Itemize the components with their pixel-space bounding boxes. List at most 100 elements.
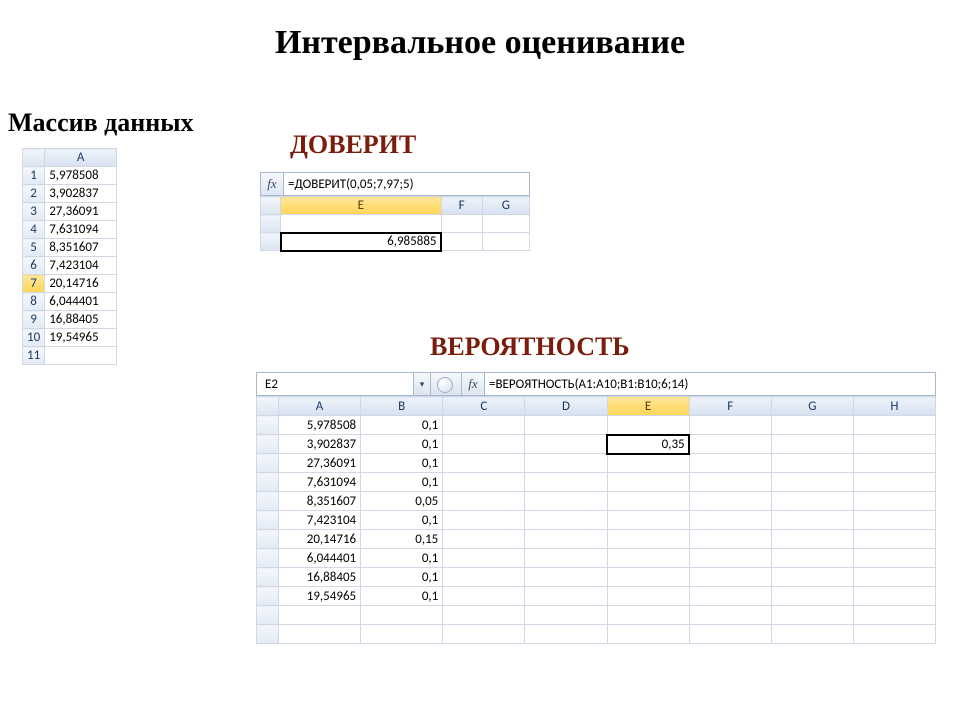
cell[interactable] (525, 435, 607, 454)
formula-text[interactable]: =ВЕРОЯТНОСТЬ(A1:A10;B1:B10;6;14) (485, 373, 935, 395)
name-box-dropdown-icon[interactable]: ▾ (414, 373, 431, 395)
cell[interactable] (689, 511, 771, 530)
cell[interactable] (689, 492, 771, 511)
row-header[interactable]: 10 (23, 329, 45, 347)
data-cell[interactable]: 7,631094 (45, 221, 117, 239)
row-header[interactable] (257, 625, 279, 644)
column-header-c[interactable]: C (443, 397, 525, 416)
cell[interactable] (443, 454, 525, 473)
cell[interactable]: 0,1 (361, 511, 443, 530)
data-cell[interactable] (45, 347, 117, 365)
cell[interactable] (853, 511, 935, 530)
cell[interactable] (525, 416, 607, 435)
data-cell[interactable]: 16,88405 (45, 311, 117, 329)
cell[interactable]: 5,978508 (279, 416, 361, 435)
cell[interactable] (771, 625, 853, 644)
data-cell[interactable]: 20,14716 (45, 275, 117, 293)
cell[interactable] (607, 492, 689, 511)
row-header[interactable] (257, 606, 279, 625)
cell[interactable]: 3,902837 (279, 435, 361, 454)
row-header[interactable] (257, 511, 279, 530)
row-header[interactable]: 8 (23, 293, 45, 311)
select-all-corner[interactable] (257, 397, 279, 416)
cell[interactable] (689, 530, 771, 549)
cell[interactable]: 6,044401 (279, 549, 361, 568)
cell[interactable]: 16,88405 (279, 568, 361, 587)
fx-icon[interactable]: fx (261, 173, 284, 195)
cell[interactable] (853, 568, 935, 587)
cell[interactable] (361, 625, 443, 644)
cell[interactable] (525, 606, 607, 625)
data-cell[interactable]: 7,423104 (45, 257, 117, 275)
cell[interactable] (771, 492, 853, 511)
row-header[interactable] (257, 454, 279, 473)
row-header[interactable] (261, 215, 281, 233)
row-header[interactable] (257, 530, 279, 549)
cell[interactable]: 0,1 (361, 473, 443, 492)
cell[interactable] (525, 492, 607, 511)
cell[interactable]: 20,14716 (279, 530, 361, 549)
cell[interactable]: 7,423104 (279, 511, 361, 530)
cell[interactable] (689, 454, 771, 473)
cell[interactable] (525, 473, 607, 492)
cell[interactable] (525, 454, 607, 473)
doverit-result-cell[interactable]: 6,985885 (281, 233, 442, 251)
row-header[interactable] (257, 435, 279, 454)
cell[interactable] (607, 454, 689, 473)
cell[interactable] (361, 606, 443, 625)
cell[interactable]: 0,1 (361, 568, 443, 587)
cell[interactable] (607, 606, 689, 625)
row-header[interactable]: 6 (23, 257, 45, 275)
cell[interactable] (771, 530, 853, 549)
column-header-g[interactable]: G (771, 397, 853, 416)
data-cell[interactable]: 5,978508 (45, 167, 117, 185)
row-header[interactable] (257, 568, 279, 587)
cell[interactable] (771, 549, 853, 568)
data-cell[interactable]: 8,351607 (45, 239, 117, 257)
cell[interactable] (443, 473, 525, 492)
cell[interactable]: 19,54965 (279, 587, 361, 606)
cell[interactable] (853, 416, 935, 435)
cell[interactable] (689, 625, 771, 644)
column-header-d[interactable]: D (525, 397, 607, 416)
cell[interactable]: 27,36091 (279, 454, 361, 473)
column-header-f[interactable]: F (689, 397, 771, 416)
column-header-e[interactable]: E (607, 397, 689, 416)
column-header-a[interactable]: A (45, 149, 117, 167)
select-all-corner[interactable] (23, 149, 45, 167)
cell[interactable] (525, 587, 607, 606)
cell[interactable] (689, 587, 771, 606)
row-header[interactable] (257, 492, 279, 511)
probability-result-cell[interactable]: 0,35 (607, 435, 689, 454)
cell[interactable] (281, 215, 442, 233)
cell[interactable] (607, 568, 689, 587)
cell[interactable] (771, 587, 853, 606)
row-header[interactable] (257, 473, 279, 492)
cell[interactable] (607, 473, 689, 492)
cell[interactable] (607, 416, 689, 435)
cell[interactable] (853, 549, 935, 568)
cell[interactable]: 0,1 (361, 435, 443, 454)
cell[interactable] (689, 435, 771, 454)
row-header[interactable]: 3 (23, 203, 45, 221)
cell[interactable] (853, 625, 935, 644)
fx-icon[interactable]: fx (462, 373, 485, 395)
cell[interactable] (771, 435, 853, 454)
row-header[interactable] (257, 587, 279, 606)
column-header-g[interactable]: G (482, 197, 529, 215)
cell[interactable]: 7,631094 (279, 473, 361, 492)
cell[interactable] (525, 625, 607, 644)
cell[interactable]: 8,351607 (279, 492, 361, 511)
cell[interactable] (441, 215, 482, 233)
cell[interactable] (689, 568, 771, 587)
data-cell[interactable]: 19,54965 (45, 329, 117, 347)
row-header[interactable]: 9 (23, 311, 45, 329)
cell[interactable] (689, 606, 771, 625)
data-cell[interactable]: 27,36091 (45, 203, 117, 221)
row-header[interactable] (257, 416, 279, 435)
cell[interactable] (771, 568, 853, 587)
cell[interactable]: 0,1 (361, 587, 443, 606)
cell[interactable] (279, 625, 361, 644)
cell[interactable] (443, 530, 525, 549)
column-header-a[interactable]: A (279, 397, 361, 416)
